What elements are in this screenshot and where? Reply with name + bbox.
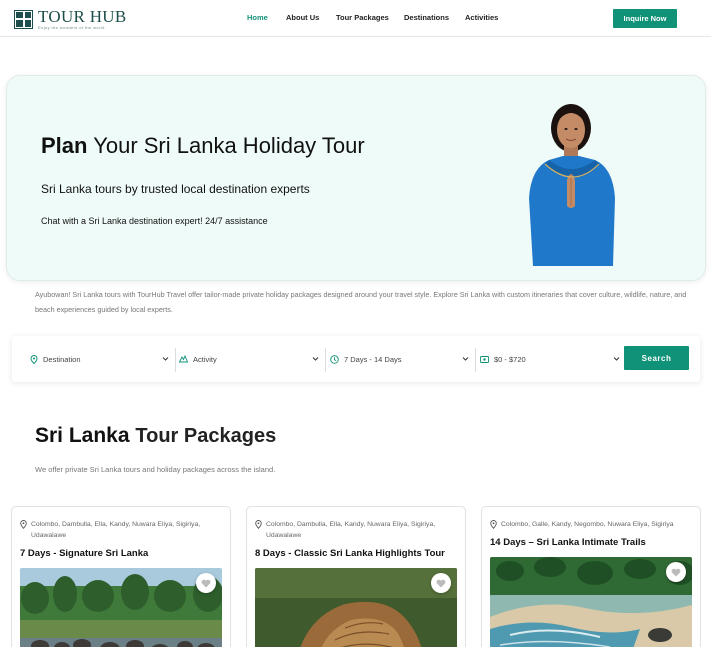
activity-icon (179, 355, 188, 364)
brand-name: TOUR HUB (38, 7, 127, 26)
package-image-sigiriya[interactable] (255, 568, 457, 647)
hero-person-image (529, 104, 615, 266)
destination-select-value: Destination (43, 354, 81, 364)
packages-section-subtitle: We offer private Sri Lanka tours and hol… (35, 465, 276, 474)
clock-icon (330, 354, 339, 364)
hero-title: Plan Your Sri Lanka Holiday Tour (41, 133, 365, 159)
tour-search-bar: Destination Activity 7 Days - 14 Days $0… (12, 336, 700, 382)
nav-item-tour-packages[interactable]: Tour Packages (336, 13, 389, 22)
logo-mark-icon (14, 9, 33, 29)
location-pin-icon (255, 520, 262, 529)
packages-title-rest: Tour Packages (135, 425, 277, 447)
package-card[interactable]: Colombo, Dambulla, Ella, Kandy, Nuwara E… (11, 506, 231, 647)
duration-select-value: 7 Days - 14 Days (344, 354, 402, 364)
package-locations: Colombo, Galle, Kandy, Negombo, Nuwara E… (490, 519, 692, 530)
package-locations: Colombo, Dambulla, Ella, Kandy, Nuwara E… (255, 519, 457, 541)
field-divider (175, 348, 176, 372)
package-image-elephants[interactable] (20, 568, 222, 647)
nav-item-destinations[interactable]: Destinations (404, 13, 449, 22)
favorite-button[interactable] (666, 562, 686, 582)
package-locations-text: Colombo, Galle, Kandy, Negombo, Nuwara E… (501, 521, 674, 528)
heart-icon (436, 579, 446, 587)
inquire-now-button[interactable]: Inquire Now (613, 9, 677, 28)
package-card[interactable]: Colombo, Dambulla, Ella, Kandy, Nuwara E… (246, 506, 466, 647)
hero-banner: Plan Your Sri Lanka Holiday Tour Sri Lan… (6, 75, 706, 281)
nav-item-about-us[interactable]: About Us (286, 13, 319, 22)
duration-select[interactable]: 7 Days - 14 Days (330, 348, 471, 370)
package-title[interactable]: 14 Days – Sri Lanka Intimate Trails (490, 537, 646, 548)
chevron-down-icon (462, 357, 469, 361)
hero-subtitle: Sri Lanka tours by trusted local destina… (41, 182, 310, 196)
hero-title-bold: Plan (41, 133, 88, 158)
budget-select[interactable]: $0 - $720 (480, 348, 622, 370)
search-button[interactable]: Search (624, 346, 689, 370)
chevron-down-icon (162, 357, 169, 361)
brand-tagline: Enjoy the wonders of the world (38, 25, 105, 30)
packages-section-title: Sri Lanka Tour Packages (35, 424, 276, 448)
package-locations-text: Colombo, Dambulla, Ella, Kandy, Nuwara E… (31, 521, 201, 539)
package-locations: Colombo, Dambulla, Ella, Kandy, Nuwara E… (20, 519, 222, 541)
chevron-down-icon (312, 357, 319, 361)
budget-select-value: $0 - $720 (494, 354, 526, 364)
heart-icon (201, 579, 211, 587)
favorite-button[interactable] (431, 573, 451, 593)
location-pin-icon (29, 354, 38, 364)
field-divider (475, 348, 476, 372)
activity-select[interactable]: Activity (179, 348, 321, 370)
hero-chat-line: Chat with a Sri Lanka destination expert… (41, 216, 268, 226)
package-title[interactable]: 8 Days - Classic Sri Lanka Highlights To… (255, 548, 445, 559)
page: TOUR HUB Enjoy the wonders of the world … (0, 0, 711, 647)
package-locations-text: Colombo, Dambulla, Ella, Kandy, Nuwara E… (266, 521, 436, 539)
location-pin-icon (20, 520, 27, 529)
activity-select-value: Activity (193, 354, 217, 364)
package-title[interactable]: 7 Days - Signature Sri Lanka (20, 548, 148, 559)
intro-paragraph: Ayubowan! Sri Lanka tours with TourHub T… (35, 290, 687, 314)
package-image-beach[interactable] (490, 557, 692, 647)
location-pin-icon (490, 520, 497, 529)
packages-title-bold: Sri Lanka (35, 424, 130, 447)
package-card[interactable]: Colombo, Galle, Kandy, Negombo, Nuwara E… (481, 506, 701, 647)
hero-title-rest: Your Sri Lanka Holiday Tour (93, 133, 365, 158)
destination-select[interactable]: Destination (29, 348, 171, 370)
field-divider (325, 348, 326, 372)
chevron-down-icon (613, 357, 620, 361)
brand-logo[interactable]: TOUR HUB Enjoy the wonders of the world (14, 8, 127, 30)
heart-icon (671, 568, 681, 576)
nav-item-home[interactable]: Home (247, 13, 268, 22)
site-header: TOUR HUB Enjoy the wonders of the world … (0, 0, 711, 37)
favorite-button[interactable] (196, 573, 216, 593)
money-icon (480, 355, 489, 364)
nav-item-activities[interactable]: Activities (465, 13, 498, 22)
